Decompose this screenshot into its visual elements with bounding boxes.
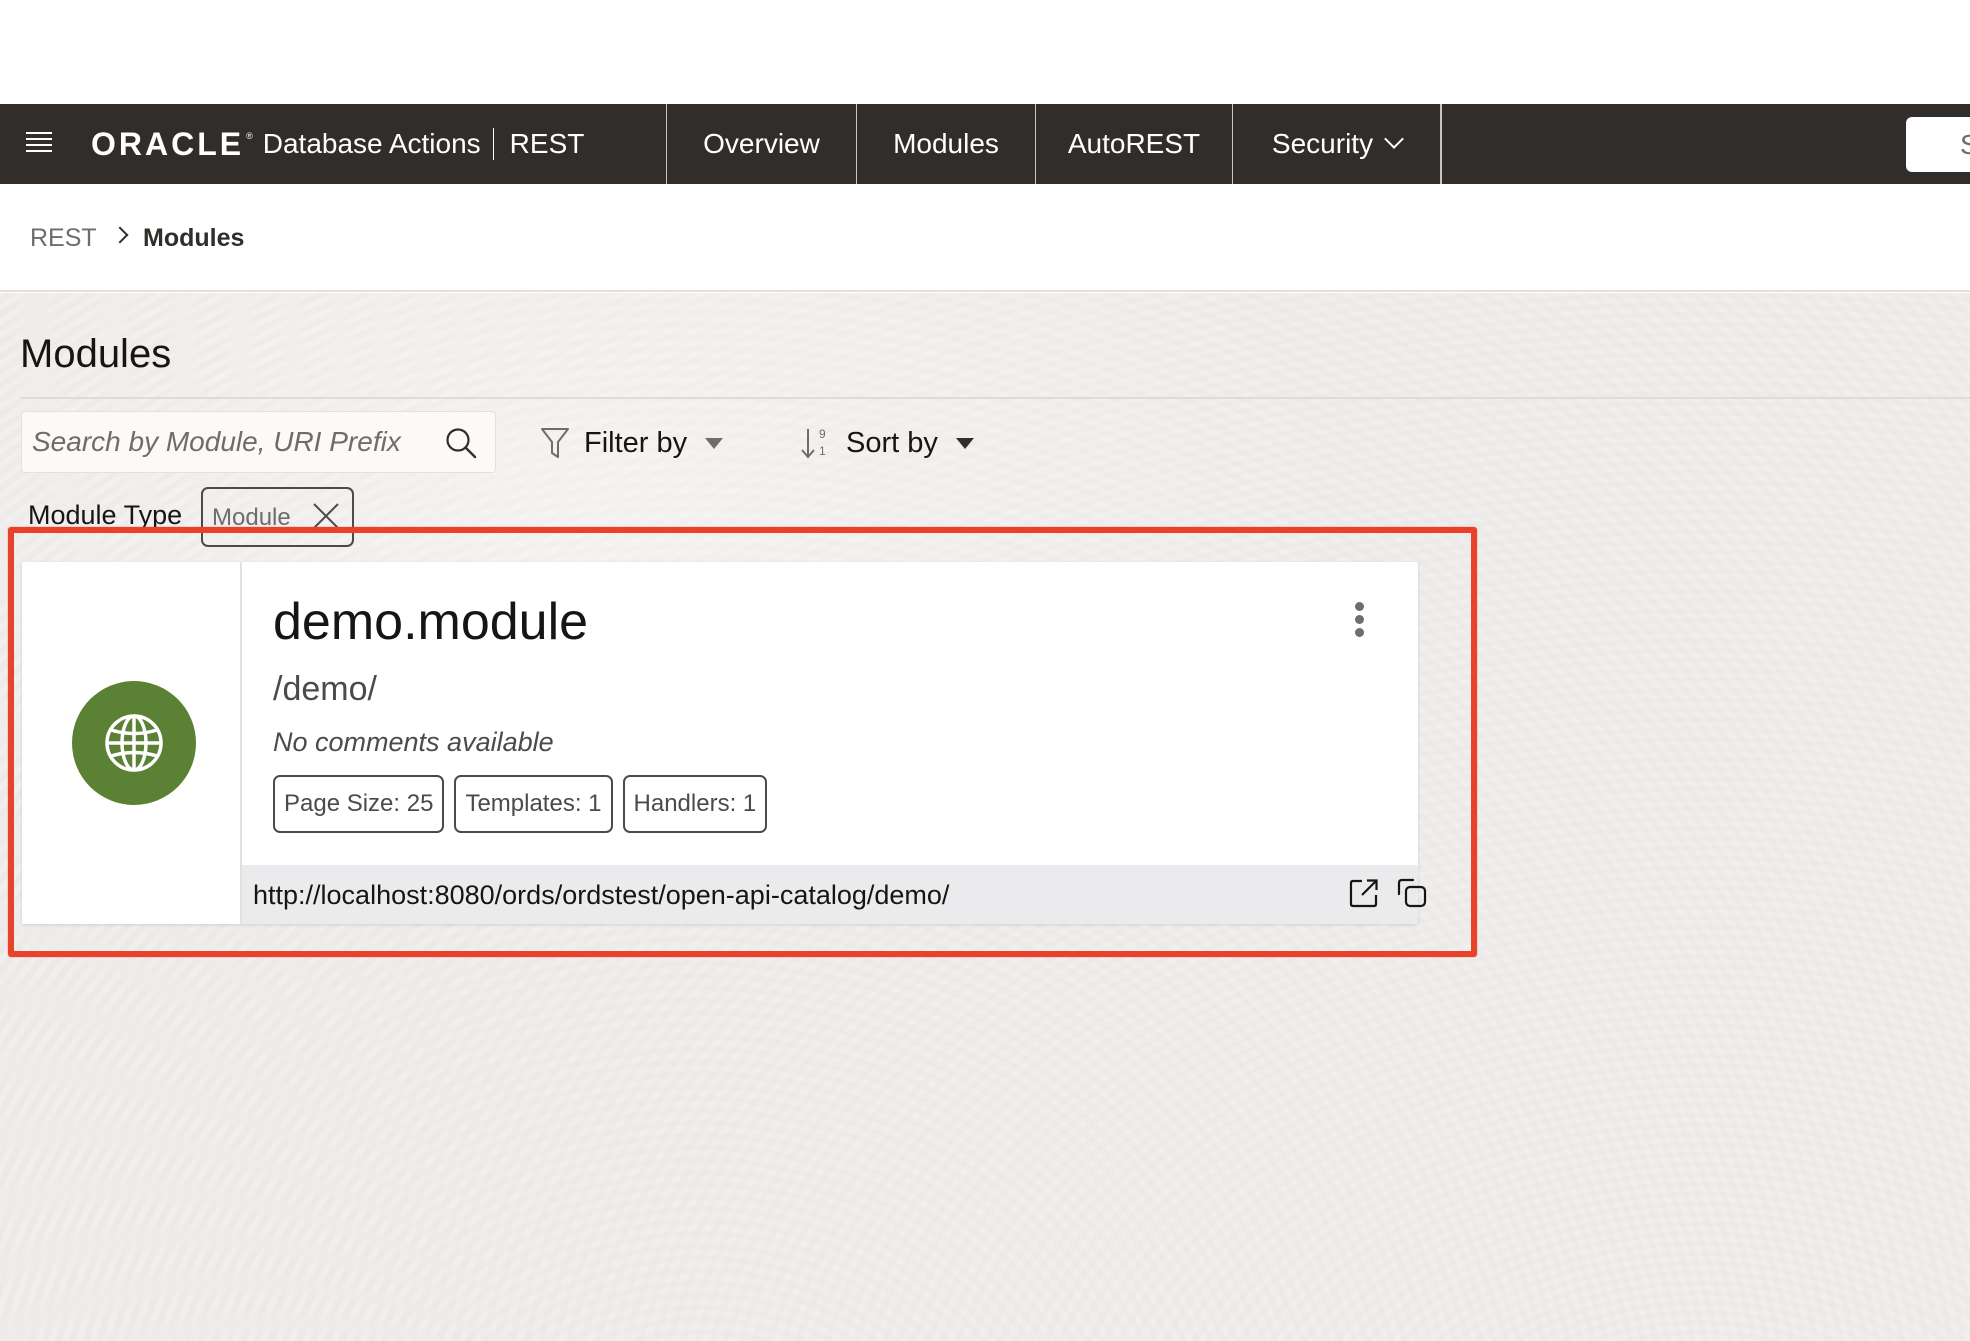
search-field bbox=[22, 412, 495, 472]
sort-by-button[interactable]: 9 1 Sort by bbox=[800, 418, 974, 468]
nav-divider bbox=[1440, 104, 1442, 184]
module-url-bar: http://localhost:8080/ords/ordstest/open… bbox=[242, 865, 1427, 924]
sort-by-label: Sort by bbox=[846, 426, 938, 459]
module-uri-prefix: /demo/ bbox=[273, 670, 377, 708]
tab-modules[interactable]: Modules bbox=[856, 104, 1035, 184]
filter-icon bbox=[541, 428, 569, 458]
sort-icon: 9 1 bbox=[801, 427, 826, 459]
templates-chip: Templates: 1 bbox=[454, 775, 613, 833]
brand-divider bbox=[492, 128, 494, 160]
close-icon[interactable] bbox=[311, 501, 341, 531]
top-navbar: ORACLE ® Database Actions REST Overview … bbox=[0, 104, 1970, 184]
module-url: http://localhost:8080/ords/ordstest/open… bbox=[253, 880, 950, 910]
tab-overview[interactable]: Overview bbox=[666, 104, 856, 184]
tab-label: Overview bbox=[703, 128, 820, 159]
tab-label: Security bbox=[1271, 128, 1374, 159]
breadcrumb-rest-link[interactable]: REST bbox=[30, 224, 97, 253]
user-menu-button[interactable]: S bbox=[1906, 117, 1970, 172]
chevron-down-icon bbox=[1384, 129, 1404, 149]
search-input[interactable] bbox=[32, 412, 432, 472]
handlers-chip: Handlers: 1 bbox=[622, 775, 768, 833]
module-card[interactable]: demo.module /demo/ No comments available… bbox=[22, 562, 1427, 924]
caret-down-icon bbox=[705, 437, 724, 449]
title-divider bbox=[20, 397, 1970, 399]
copy-icon[interactable] bbox=[1396, 877, 1428, 909]
page-title: Modules bbox=[20, 332, 172, 376]
registered-mark: ® bbox=[246, 131, 253, 141]
svg-text:9: 9 bbox=[819, 427, 826, 441]
user-button-label: S bbox=[1960, 129, 1970, 160]
module-comment: No comments available bbox=[273, 727, 554, 757]
breadcrumb: REST Modules bbox=[0, 184, 1970, 292]
breadcrumb-current: Modules bbox=[143, 224, 245, 252]
filter-by-label: Filter by bbox=[584, 426, 688, 459]
top-whitespace bbox=[0, 0, 1970, 104]
tab-security[interactable]: Security bbox=[1232, 104, 1440, 184]
page-size-chip: Page Size: 25 bbox=[273, 775, 445, 833]
tab-autorest[interactable]: AutoREST bbox=[1035, 104, 1232, 184]
module-name[interactable]: demo.module bbox=[273, 592, 588, 652]
filter-by-button[interactable]: Filter by bbox=[540, 418, 724, 468]
active-filter-chip: Module bbox=[201, 487, 354, 547]
module-icon-column bbox=[22, 562, 242, 924]
active-filter-value: Module bbox=[212, 504, 291, 531]
tab-label: Modules bbox=[893, 128, 999, 159]
search-icon[interactable] bbox=[444, 426, 478, 460]
hamburger-icon[interactable] bbox=[26, 132, 52, 156]
module-icon-badge bbox=[72, 681, 196, 805]
module-stats: Page Size: 25 Templates: 1 Handlers: 1 bbox=[273, 775, 768, 833]
chevron-right-icon bbox=[111, 226, 129, 244]
globe-icon bbox=[105, 714, 163, 772]
open-in-new-icon[interactable] bbox=[1348, 877, 1380, 909]
brand: ORACLE ® Database Actions REST bbox=[91, 104, 584, 184]
oracle-logo: ORACLE bbox=[91, 125, 245, 162]
caret-down-icon bbox=[955, 437, 974, 449]
svg-text:1: 1 bbox=[819, 444, 826, 458]
brand-app-name: Database Actions bbox=[262, 128, 481, 159]
more-options-icon[interactable] bbox=[1347, 602, 1371, 650]
brand-section: REST bbox=[509, 128, 585, 159]
active-filter-label: Module Type bbox=[28, 500, 183, 530]
tab-label: AutoREST bbox=[1067, 128, 1201, 159]
